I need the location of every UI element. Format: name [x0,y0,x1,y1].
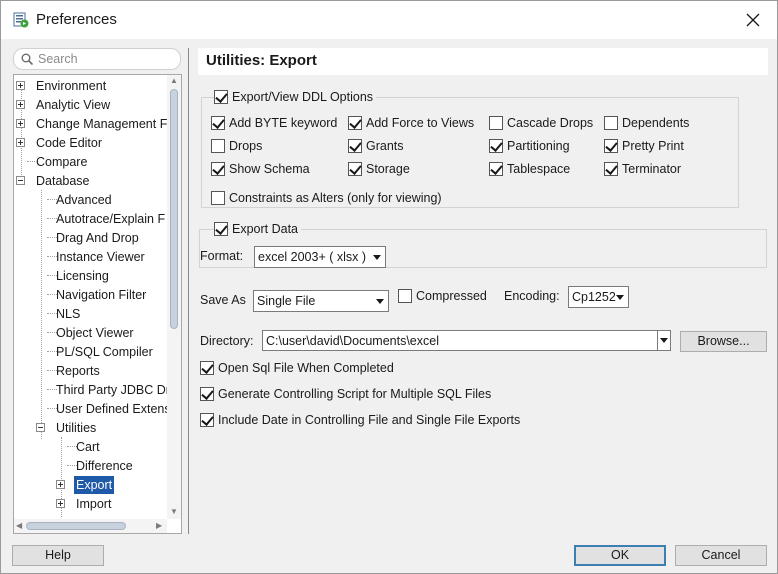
directory-input[interactable] [262,330,658,351]
close-icon [746,13,760,27]
preferences-dialog: Preferences Search Environment Analytic … [0,0,778,574]
chevron-down-icon [373,255,381,260]
chevron-down-icon [660,338,668,343]
storage-label: Storage [366,162,410,176]
scroll-down-icon[interactable]: ▼ [170,507,178,516]
add-byte-keyword-label: Add BYTE keyword [229,116,338,130]
preferences-app-icon [13,12,29,28]
compressed-label: Compressed [416,289,487,303]
open-sql-file-label: Open Sql File When Completed [218,361,394,375]
save-as-value: Single File [257,294,316,308]
expand-icon[interactable] [16,138,25,147]
search-box[interactable] [13,48,181,70]
expand-icon[interactable] [56,499,65,508]
generate-controlling-script-label: Generate Controlling Script for Multiple… [218,387,492,401]
partitioning-label: Partitioning [507,139,570,153]
close-button[interactable] [731,1,777,39]
terminator-checkbox[interactable] [604,162,618,176]
drops-checkbox[interactable] [211,139,225,153]
show-schema-label: Show Schema [229,162,310,176]
search-input[interactable] [36,51,176,67]
pane-splitter[interactable] [188,48,189,534]
drops-label: Drops [229,139,263,153]
directory-dropdown-button[interactable] [657,330,671,351]
expand-icon[interactable] [16,100,25,109]
collapse-icon[interactable] [16,176,25,185]
grants-checkbox[interactable] [348,139,362,153]
collapse-icon[interactable] [36,423,45,432]
export-ddl-checkbox[interactable] [214,90,228,104]
tree-vertical-scrollbar[interactable]: ▲ ▼ [167,75,181,519]
storage-checkbox[interactable] [348,162,362,176]
search-icon [21,53,33,65]
add-force-to-views-label: Add Force to Views [366,116,475,130]
add-force-to-views-checkbox[interactable] [348,116,362,130]
expand-icon[interactable] [56,480,65,489]
format-value: excel 2003+ ( xlsx ) [258,250,367,264]
generate-controlling-script-checkbox[interactable] [200,387,214,401]
directory-label: Directory: [200,334,254,348]
include-date-label: Include Date in Controlling File and Sin… [218,413,521,427]
add-byte-keyword-checkbox[interactable] [211,116,225,130]
title-bar: Preferences [1,1,777,39]
chevron-down-icon [616,295,624,300]
tablespace-checkbox[interactable] [489,162,503,176]
scrollbar-thumb[interactable] [170,89,178,329]
ok-button[interactable]: OK [574,545,666,566]
tablespace-label: Tablespace [507,162,571,176]
browse-button[interactable]: Browse... [680,331,767,352]
chevron-down-icon [376,299,384,304]
expand-icon[interactable] [16,119,25,128]
scroll-up-icon[interactable]: ▲ [170,76,178,85]
encoding-label: Encoding: [504,289,560,303]
scrollbar-thumb[interactable] [26,522,126,530]
partitioning-checkbox[interactable] [489,139,503,153]
scroll-left-icon[interactable]: ◀ [16,521,22,530]
compressed-checkbox[interactable] [398,289,412,303]
window-title: Preferences [36,11,117,28]
help-button[interactable]: Help [12,545,104,566]
dependents-checkbox[interactable] [604,116,618,130]
tree-horizontal-scrollbar[interactable]: ◀ ▶ [14,519,167,533]
encoding-value: Cp1252 [572,290,616,304]
content-header: Utilities: Export [198,48,768,75]
constraints-as-alters-label: Constraints as Alters (only for viewing) [229,191,442,205]
encoding-select[interactable]: Cp1252 [568,286,629,308]
save-as-label: Save As [200,293,246,307]
format-label: Format: [200,249,244,263]
export-data-label: Export Data [229,222,302,236]
include-date-checkbox[interactable] [200,413,214,427]
cascade-drops-label: Cascade Drops [507,116,594,130]
save-as-select[interactable]: Single File [253,290,389,312]
grants-label: Grants [366,139,404,153]
pretty-print-checkbox[interactable] [604,139,618,153]
expand-icon[interactable] [16,81,25,90]
export-ddl-label: Export/View DDL Options [229,90,377,104]
preferences-tree: Environment Analytic View Change Managem… [13,74,182,534]
format-select[interactable]: excel 2003+ ( xlsx ) [254,246,386,268]
cascade-drops-checkbox[interactable] [489,116,503,130]
constraints-as-alters-checkbox[interactable] [211,191,225,205]
terminator-label: Terminator [622,162,682,176]
open-sql-file-checkbox[interactable] [200,361,214,375]
pretty-print-label: Pretty Print [622,139,684,153]
export-data-checkbox[interactable] [214,222,228,236]
page-title: Utilities: Export [206,52,317,69]
dependents-label: Dependents [622,116,690,130]
show-schema-checkbox[interactable] [211,162,225,176]
scroll-right-icon[interactable]: ▶ [156,521,162,530]
cancel-button[interactable]: Cancel [675,545,767,566]
